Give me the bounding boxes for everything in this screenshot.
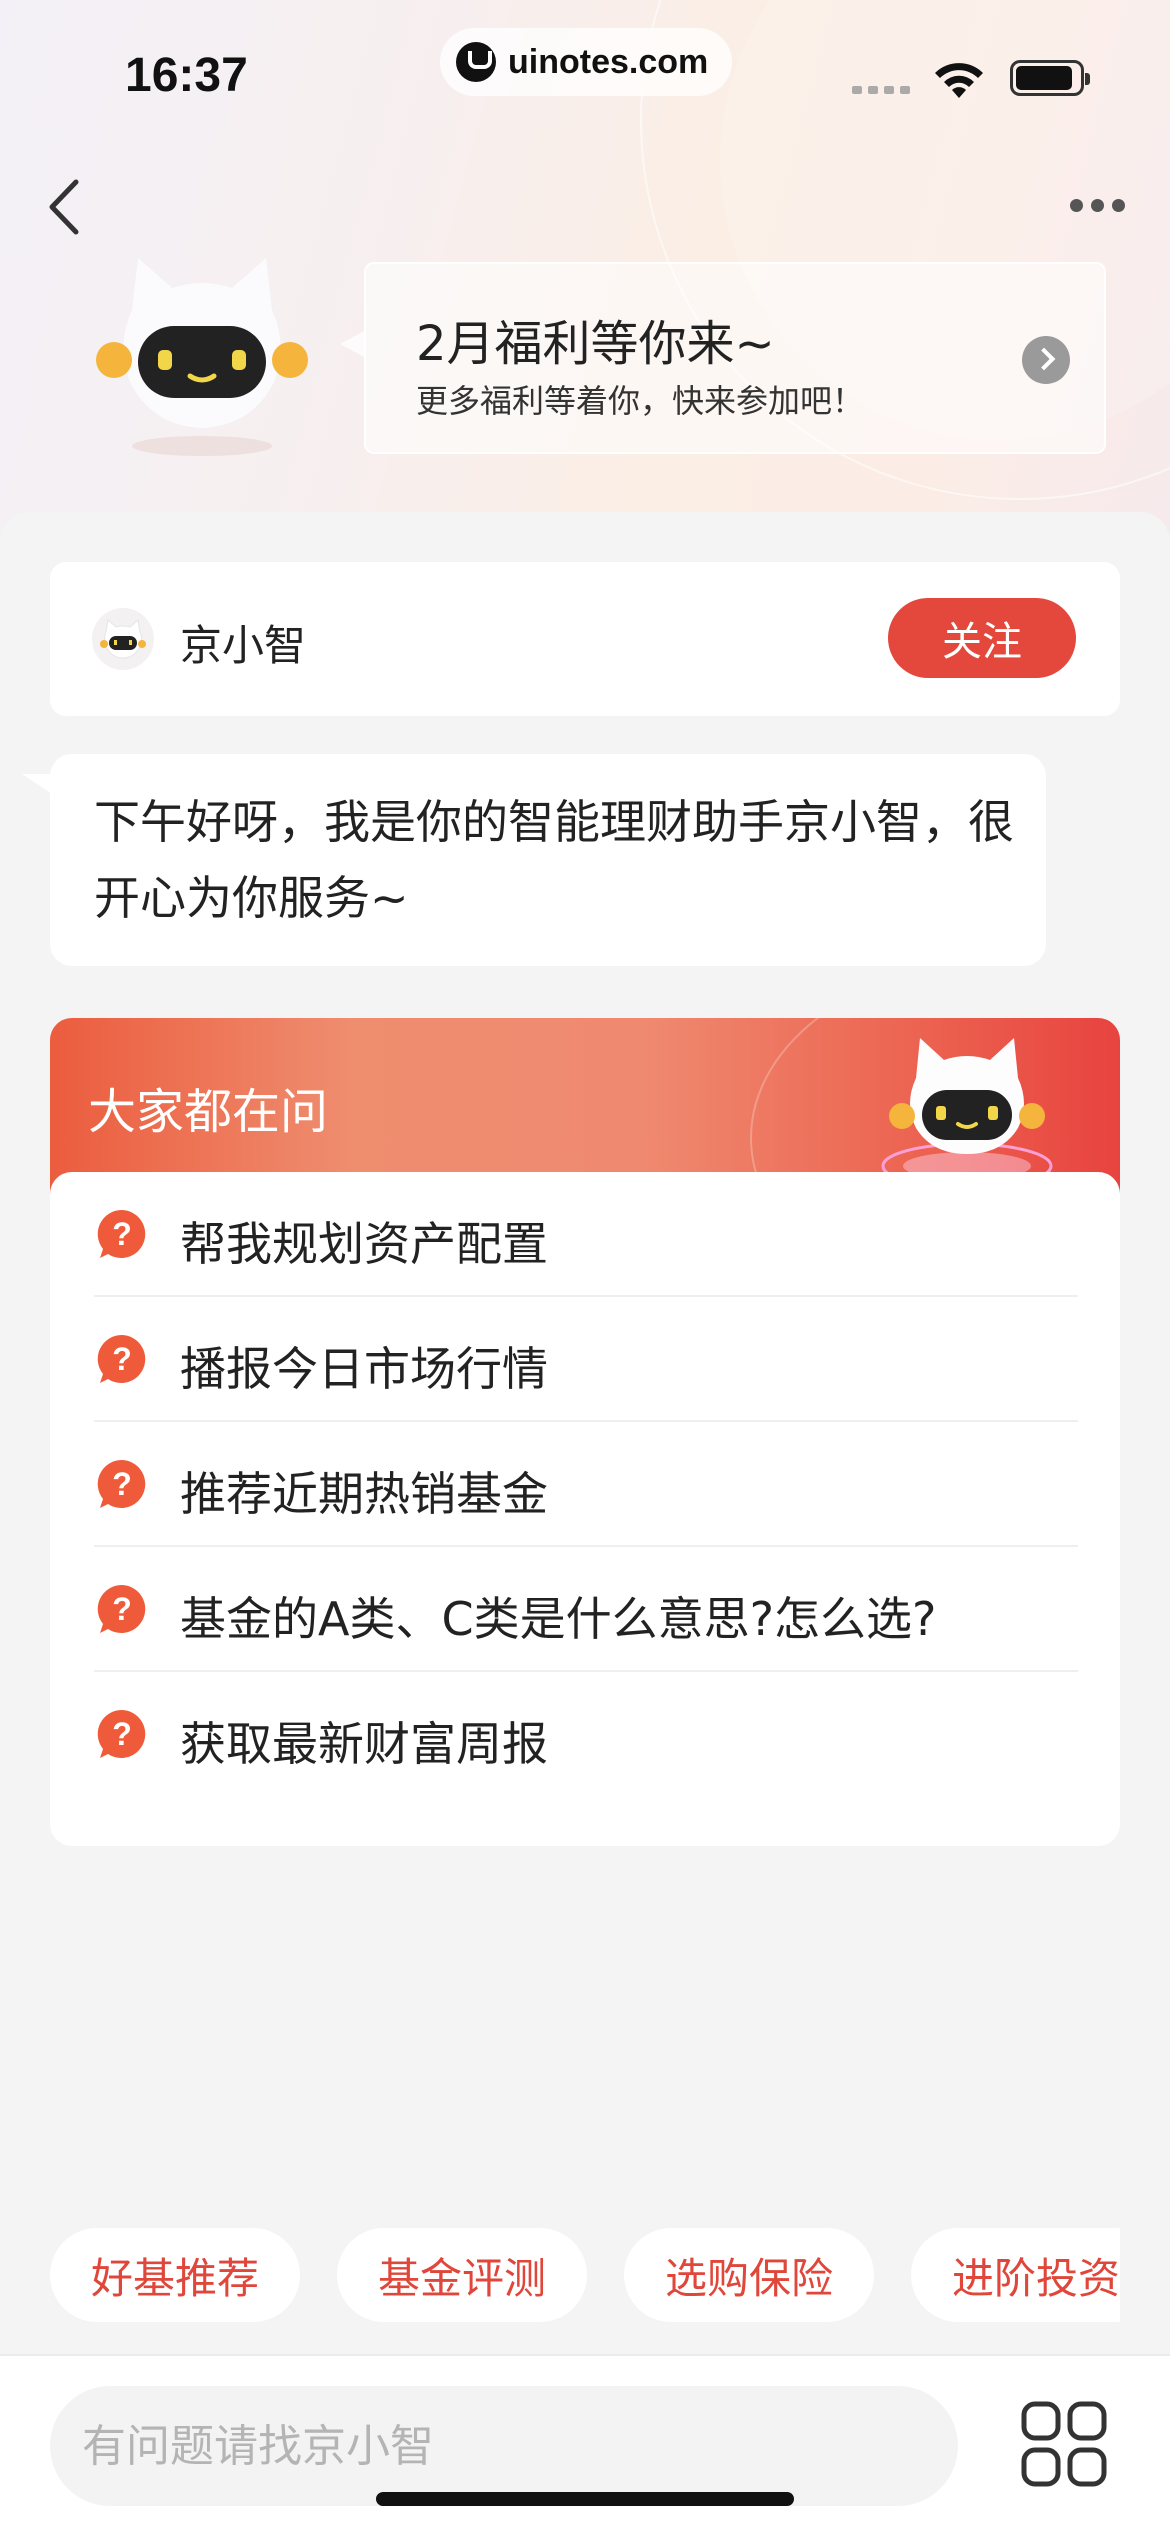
- faq-item-label: 基金的A类、C类是什么意思?怎么选?: [180, 1592, 937, 1646]
- url-pill[interactable]: uinotes.com: [440, 28, 732, 96]
- welfare-title: 2月福利等你来~: [416, 316, 775, 372]
- home-indicator: [376, 2492, 794, 2506]
- question-bubble-icon: ?: [97, 1209, 146, 1258]
- svg-text:?: ?: [112, 1466, 132, 1502]
- svg-text:?: ?: [112, 1216, 132, 1252]
- faq-list: ? 帮我规划资产配置 ? 播报今日市场行情 ? 推荐近期热销基金 ? 基金的A类…: [50, 1172, 1120, 1846]
- question-input[interactable]: [82, 2416, 922, 2476]
- faq-item[interactable]: ? 播报今日市场行情: [94, 1297, 1078, 1422]
- welfare-banner[interactable]: 2月福利等你来~ 更多福利等着你，快来参加吧！: [340, 262, 1106, 454]
- question-bubble-icon: ?: [97, 1459, 146, 1508]
- svg-text:?: ?: [112, 1341, 132, 1377]
- back-chevron-icon[interactable]: [40, 172, 100, 242]
- question-bubble-icon: ?: [97, 1334, 146, 1383]
- greeting-text: 下午好呀，我是你的智能理财助手京小智，很开心为你服务~: [94, 795, 1014, 925]
- greeting-message-bubble: 下午好呀，我是你的智能理财助手京小智，很开心为你服务~: [22, 754, 1046, 966]
- svg-text:?: ?: [112, 1591, 132, 1627]
- faq-title: 大家都在问: [88, 1084, 329, 1140]
- welfare-subtitle: 更多福利等着你，快来参加吧！: [416, 382, 865, 420]
- chip-fund-recommend[interactable]: 好基推荐: [50, 2228, 300, 2322]
- site-logo-icon: [456, 42, 496, 82]
- question-bubble-icon: ?: [97, 1709, 146, 1758]
- robot-mascot-small-image: [881, 1038, 1053, 1190]
- wifi-icon: [935, 63, 983, 98]
- chip-fund-review[interactable]: 基金评测: [337, 2228, 587, 2322]
- faq-item-label: 推荐近期热销基金: [180, 1467, 548, 1521]
- url-text: uinotes.com: [508, 42, 709, 81]
- assistant-name: 京小智: [180, 621, 307, 670]
- chip-insurance[interactable]: 选购保险: [624, 2228, 874, 2322]
- faq-item-label: 帮我规划资产配置: [180, 1217, 548, 1271]
- faq-item-label: 播报今日市场行情: [180, 1342, 548, 1396]
- faq-item-label: 获取最新财富周报: [180, 1717, 548, 1771]
- chevron-right-circle-icon[interactable]: [1022, 336, 1070, 384]
- cellular-signal-icon: [852, 86, 910, 94]
- follow-button[interactable]: 关注: [888, 598, 1076, 678]
- faq-item[interactable]: ? 帮我规划资产配置: [94, 1172, 1078, 1297]
- question-bubble-icon: ?: [97, 1584, 146, 1633]
- more-dots-icon[interactable]: [1070, 190, 1142, 220]
- faq-item[interactable]: ? 基金的A类、C类是什么意思?怎么选?: [94, 1547, 1078, 1672]
- chip-advanced-invest[interactable]: 进阶投资: [911, 2228, 1120, 2322]
- grid-menu-icon[interactable]: [1020, 2400, 1108, 2488]
- faq-item[interactable]: ? 获取最新财富周报: [94, 1672, 1078, 1797]
- robot-mascot-image: [96, 258, 308, 456]
- faq-item[interactable]: ? 推荐近期热销基金: [94, 1422, 1078, 1547]
- svg-text:?: ?: [112, 1716, 132, 1752]
- question-input-box[interactable]: [50, 2386, 958, 2506]
- assistant-avatar[interactable]: [92, 608, 154, 670]
- status-time: 16:37: [125, 49, 248, 102]
- assistant-profile-card: 京小智 关注: [50, 562, 1120, 716]
- quick-chips-row: 好基推荐 基金评测 选购保险 进阶投资: [50, 2228, 1120, 2328]
- battery-icon: [1010, 60, 1090, 96]
